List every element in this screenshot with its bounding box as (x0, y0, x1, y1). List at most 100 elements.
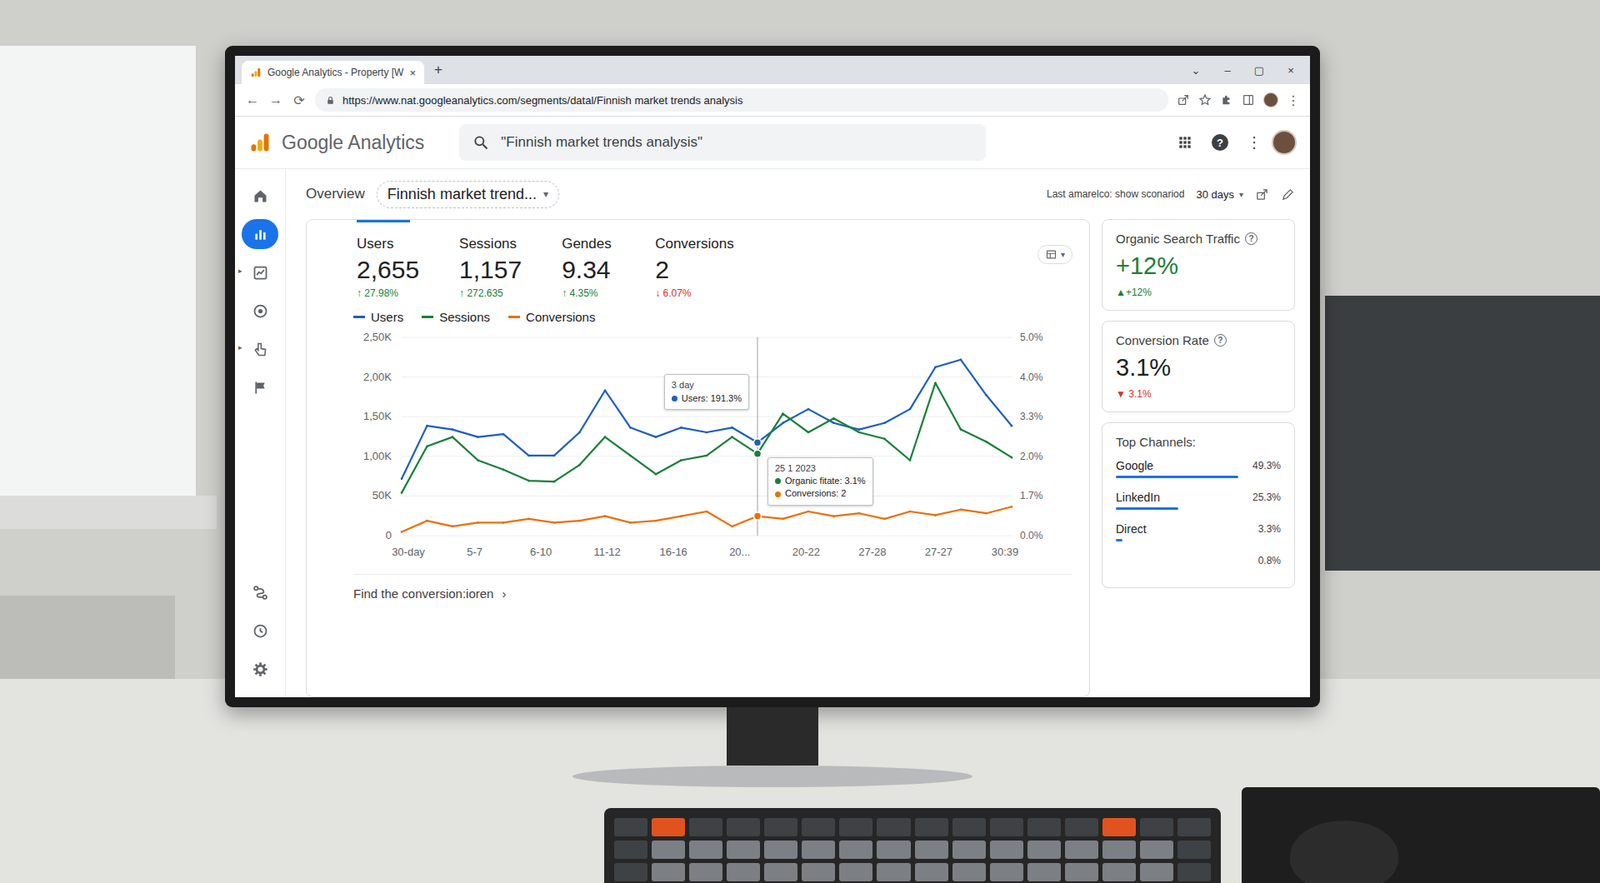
metric-tab[interactable]: Users2,655↑ 27.98% (353, 220, 423, 306)
keyboard-key[interactable] (876, 818, 910, 837)
keyboard-key[interactable] (952, 840, 986, 860)
legend-item[interactable]: Conversions (508, 310, 595, 325)
keyboard-key[interactable] (614, 818, 648, 837)
nav-button[interactable]: ⟳ (291, 92, 307, 109)
keyboard-key[interactable] (1065, 840, 1099, 860)
channel-row[interactable]: 0.8% (1115, 550, 1281, 576)
keyboard-key[interactable] (614, 840, 648, 860)
keyboard-key[interactable] (726, 863, 760, 882)
channel-row[interactable]: Google49.3% (1115, 455, 1281, 481)
keyboard-key[interactable] (1140, 840, 1174, 860)
legend-item[interactable]: Users (353, 310, 404, 325)
keyboard-key[interactable] (915, 818, 949, 837)
keyboard-key[interactable] (839, 818, 873, 837)
keyboard-key[interactable] (915, 840, 949, 860)
keyboard-key[interactable] (990, 818, 1024, 837)
channel-row[interactable]: Direct3.3% (1115, 519, 1281, 545)
chart-type-menu[interactable]: ▾ (1037, 245, 1073, 265)
keyboard-key[interactable] (952, 818, 986, 837)
legend-item[interactable]: Sessions (421, 310, 490, 325)
browser-tab[interactable]: Google Analytics - Property [W× (241, 60, 425, 85)
keyboard-key[interactable] (689, 840, 723, 860)
star-icon[interactable] (1198, 93, 1212, 107)
window-control-button[interactable]: – (1215, 64, 1240, 77)
nav-button[interactable]: ← (245, 92, 260, 108)
tab-close-button[interactable]: × (409, 66, 416, 80)
more-button[interactable]: ⋮ (1246, 133, 1262, 152)
expand-arrow[interactable]: ▸ (238, 266, 243, 275)
sidebar-item[interactable] (241, 577, 279, 608)
mouse[interactable] (1290, 820, 1399, 883)
keyboard-key[interactable] (1027, 863, 1061, 882)
analytics-logo-icon[interactable] (248, 130, 272, 155)
keyboard-key[interactable] (689, 818, 723, 837)
keyboard-key[interactable] (990, 863, 1024, 882)
help-button[interactable]: ? (1245, 232, 1258, 245)
sidebar-item[interactable]: ▸ (241, 334, 279, 365)
sidebar-item[interactable] (241, 295, 279, 326)
keyboard-key[interactable] (801, 840, 835, 860)
keyboard-key[interactable] (801, 818, 835, 837)
sidebar-item[interactable] (241, 615, 279, 646)
keyboard-key[interactable] (801, 863, 835, 882)
keyboard-key[interactable] (651, 863, 685, 882)
sidebar-item[interactable] (241, 219, 279, 250)
keyboard-key[interactable] (1177, 863, 1211, 882)
share-report-icon[interactable] (1255, 187, 1270, 202)
keyboard-key[interactable] (839, 863, 873, 882)
keyboard-key[interactable] (990, 840, 1024, 860)
sidebar-item[interactable] (241, 372, 279, 403)
keyboard-key[interactable] (614, 863, 648, 882)
keyboard-key[interactable] (915, 863, 949, 882)
edit-report-icon[interactable] (1280, 187, 1295, 202)
sidebar-item[interactable] (241, 180, 279, 211)
keyboard-key[interactable] (1140, 818, 1174, 837)
window-control-button[interactable]: × (1278, 64, 1304, 77)
date-range-button[interactable]: 30 days (1195, 188, 1235, 201)
keyboard-key[interactable] (726, 840, 760, 860)
apps-grid-icon[interactable] (1176, 134, 1194, 151)
help-button[interactable]: ? (1214, 334, 1227, 347)
share-icon[interactable] (1176, 93, 1190, 107)
expand-arrow[interactable]: ▸ (238, 343, 243, 352)
metric-tab[interactable]: Gendes9.34↑ 4.35% (558, 220, 619, 306)
keyboard-key[interactable] (651, 818, 685, 837)
profile-avatar[interactable] (1263, 92, 1279, 108)
keyboard-key[interactable] (1102, 863, 1136, 882)
window-control-button[interactable]: ⌄ (1183, 64, 1209, 77)
keyboard-key[interactable] (1177, 818, 1211, 837)
search-box[interactable]: "Finnish market trends analysis" (459, 124, 986, 161)
keyboard-key[interactable] (764, 840, 798, 860)
keyboard-key[interactable] (1177, 840, 1211, 860)
keyboard-key[interactable] (876, 863, 910, 882)
keyboard-key[interactable] (1027, 818, 1061, 837)
keyboard-key[interactable] (839, 840, 873, 860)
keyboard-key[interactable] (1065, 863, 1099, 882)
app-logo[interactable]: Google Analytics (281, 131, 425, 155)
metric-tab[interactable]: Conversions2↓ 6.07% (651, 220, 738, 306)
segment-dropdown[interactable]: Finnish market trend...▾ (376, 180, 560, 209)
nav-button[interactable]: → (268, 92, 284, 108)
keyboard-key[interactable] (876, 840, 910, 860)
line-chart[interactable]: 2,50K2,00K1,50K1,00K50K05.0%4.0%3.3%2.0%… (353, 327, 1054, 570)
keyboard-key[interactable] (651, 840, 685, 860)
browser-menu-button[interactable]: ⋮ (1286, 92, 1300, 109)
date-range-arrow[interactable]: ▾ (1239, 190, 1244, 200)
keyboard-key[interactable] (952, 863, 986, 882)
panel-icon[interactable] (1241, 93, 1255, 107)
sidebar-item[interactable] (241, 654, 279, 685)
keyboard[interactable] (604, 808, 1221, 883)
keyboard-key[interactable] (726, 818, 760, 837)
address-bar[interactable]: https://www.nat.googleanalytics.com/segm… (315, 88, 1169, 112)
window-control-button[interactable]: ▢ (1246, 64, 1272, 77)
conversion-link[interactable]: Find the conversion:ioren› (353, 574, 1073, 613)
help-button[interactable]: ? (1211, 134, 1229, 151)
metric-tab[interactable]: Sessions1,157↑ 272.635 (455, 220, 525, 306)
keyboard-key[interactable] (764, 863, 798, 882)
keyboard-key[interactable] (1102, 818, 1136, 837)
puzzle-icon[interactable] (1220, 93, 1234, 107)
keyboard-key[interactable] (1102, 840, 1136, 860)
account-avatar[interactable] (1271, 130, 1297, 155)
channel-row[interactable]: LinkedIn25.3% (1115, 487, 1281, 513)
keyboard-key[interactable] (1027, 840, 1061, 860)
